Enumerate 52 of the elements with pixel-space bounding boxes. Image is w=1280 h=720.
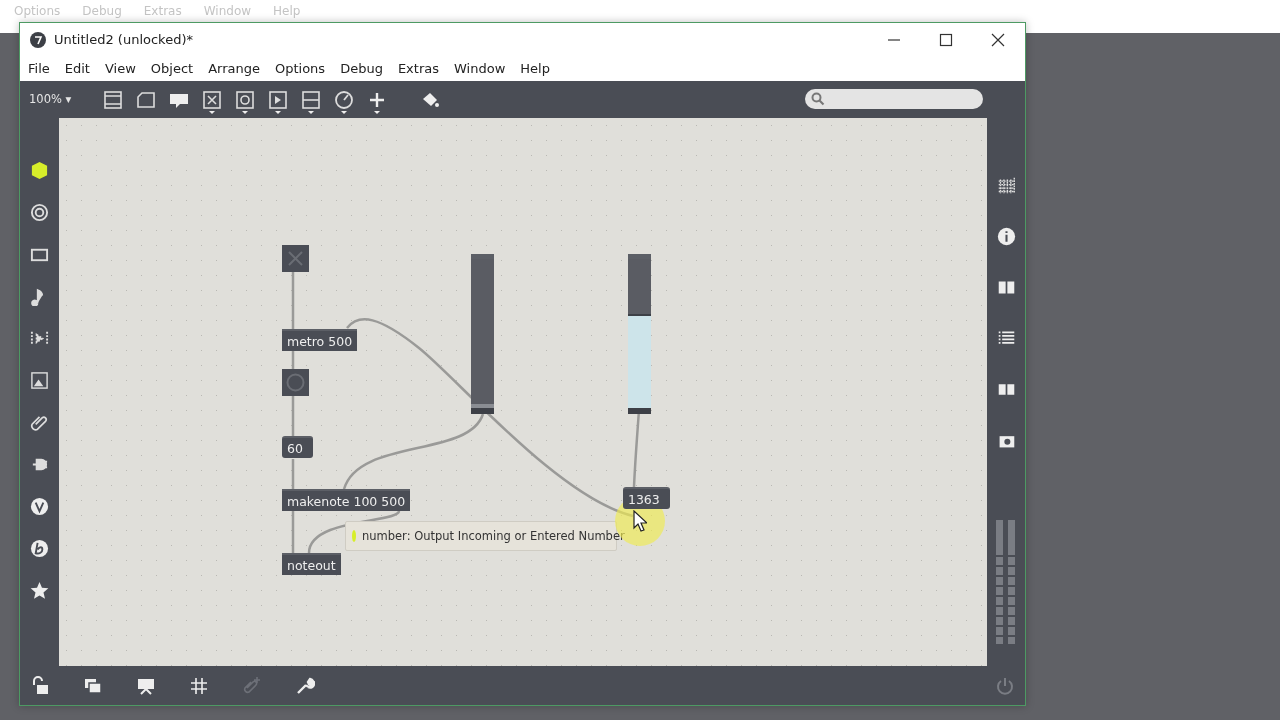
app-logo-icon <box>30 31 46 48</box>
patch-cord <box>291 272 295 330</box>
tooltip-text: number: Output Incoming or Entered Number <box>361 529 625 544</box>
dial-object-icon[interactable] <box>334 90 354 115</box>
toggle-object-icon[interactable] <box>202 90 222 115</box>
number-object-icon[interactable] <box>268 90 288 115</box>
menu-item[interactable]: Debug <box>340 61 383 77</box>
object-box[interactable]: noteout <box>281 553 341 576</box>
grid-icon[interactable] <box>189 675 209 696</box>
cube-icon[interactable] <box>30 161 49 181</box>
star-icon[interactable] <box>30 581 49 601</box>
circle-b-icon[interactable] <box>30 539 49 559</box>
search-icon <box>811 92 825 107</box>
slider[interactable] <box>470 254 494 415</box>
object-box[interactable]: makenote 100 500 <box>281 489 411 512</box>
menu-item[interactable]: Window <box>454 61 506 77</box>
menu-item[interactable]: Arrange <box>208 61 260 77</box>
target-icon[interactable] <box>30 203 49 223</box>
window-title: Untitled2 (unlocked)* <box>54 32 193 48</box>
patch-cord <box>291 396 295 437</box>
slider[interactable] <box>627 254 651 415</box>
menu-item[interactable]: Options <box>274 61 326 77</box>
clip-icon[interactable] <box>30 413 49 433</box>
grid-icon[interactable] <box>996 176 1016 196</box>
search-field[interactable] <box>805 89 983 110</box>
patch-cord <box>291 511 295 554</box>
circle-v-icon[interactable] <box>30 497 49 517</box>
wrench-icon[interactable] <box>295 675 315 696</box>
toggle[interactable] <box>281 245 309 273</box>
number-box[interactable]: 60 <box>281 436 313 459</box>
clip-plus-icon[interactable] <box>242 675 262 696</box>
lock-icon[interactable] <box>30 675 50 696</box>
menu-item[interactable]: Extras <box>397 61 439 77</box>
menu-item[interactable]: Object <box>150 61 194 77</box>
image-icon[interactable] <box>30 371 49 391</box>
menu-item[interactable]: Edit <box>64 61 90 77</box>
plus-object-icon[interactable] <box>367 90 387 115</box>
menu-item[interactable]: File <box>28 61 50 77</box>
bang-button[interactable] <box>281 369 309 397</box>
button-object-icon[interactable] <box>235 90 255 115</box>
menu-item[interactable]: View <box>104 61 136 77</box>
cursor-icon <box>632 510 647 533</box>
menu-item[interactable]: Help <box>520 61 550 77</box>
info-icon[interactable] <box>996 227 1016 247</box>
slider-object-icon[interactable] <box>301 90 321 115</box>
zoom-dropdown[interactable]: 100% ▾ <box>29 92 89 107</box>
outlet-icon <box>351 530 356 543</box>
object-box[interactable]: metro 500 <box>281 329 358 352</box>
number-box[interactable]: 1363 <box>622 487 670 510</box>
maximize-icon[interactable] <box>939 32 953 47</box>
patch-cord <box>291 459 295 490</box>
close-icon[interactable] <box>991 32 1005 47</box>
